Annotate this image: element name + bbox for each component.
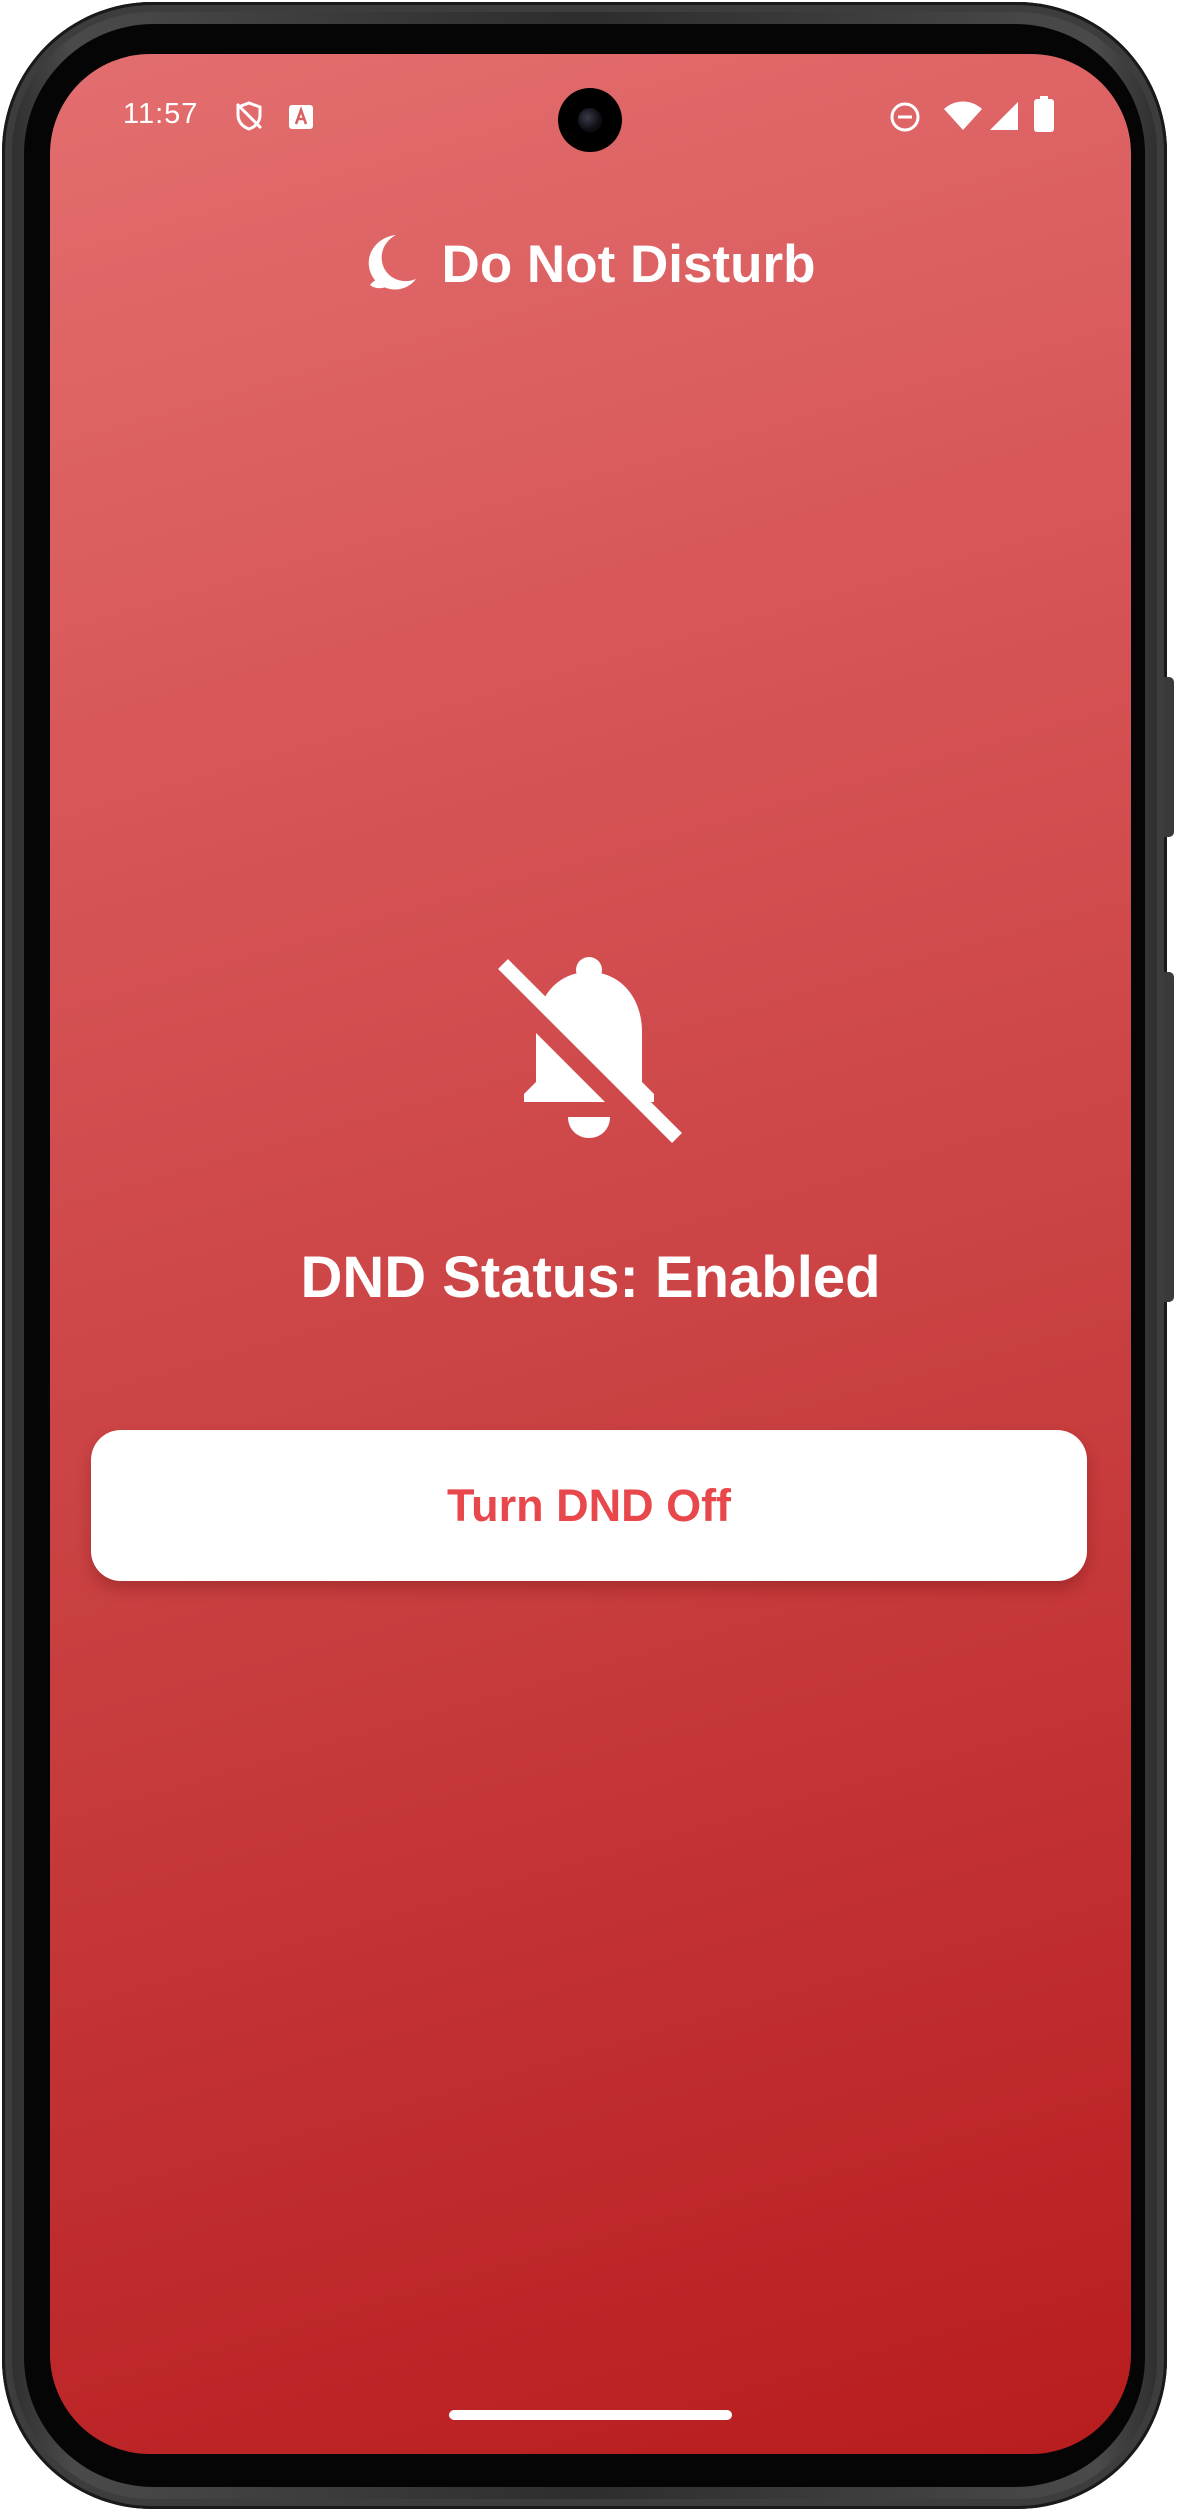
- signal-icon: [990, 100, 1020, 137]
- home-indicator[interactable]: [449, 2410, 732, 2420]
- vpn-shield-icon: [233, 100, 265, 137]
- volume-button: [1164, 677, 1174, 837]
- screen: 11:57 Do Not Disturb DND Status: Enabled…: [50, 54, 1131, 2454]
- keyboard-a-icon: [288, 104, 314, 135]
- bell-off-icon: [491, 952, 691, 1152]
- page-title: Do Not Disturb: [441, 234, 816, 294]
- turn-dnd-off-label: Turn DND Off: [446, 1479, 732, 1531]
- status-time: 11:57: [123, 98, 199, 130]
- dnd-minus-icon: [888, 100, 922, 139]
- app-header: Do Not Disturb: [50, 224, 1131, 304]
- turn-dnd-off-button[interactable]: Turn DND Off: [91, 1430, 1087, 1581]
- battery-icon: [1034, 96, 1054, 137]
- moon-icon: [366, 233, 420, 296]
- wifi-icon: [943, 100, 983, 137]
- power-button: [1164, 972, 1174, 1302]
- dnd-status-text: DND Status: Enabled: [300, 1245, 881, 1310]
- front-camera: [558, 88, 622, 152]
